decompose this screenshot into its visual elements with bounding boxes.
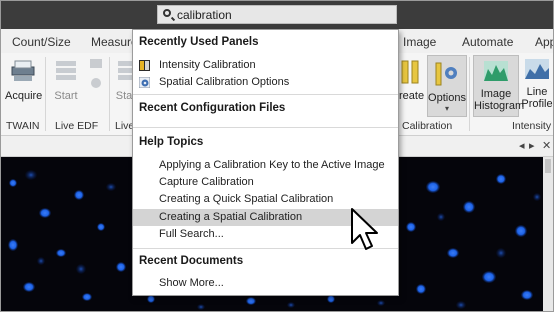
line-profile-label-1: Line [526,86,548,98]
histogram-icon [484,61,508,81]
stack-icon [56,61,76,80]
group-label-calibration: Calibration [402,120,453,132]
scanner-icon [11,60,35,81]
group-label-intensity: Intensity [512,120,552,132]
list-item[interactable]: Creating a Quick Spatial Calibration [133,191,398,208]
divider [45,57,46,131]
calibration-options-icon [435,62,457,86]
vertical-scrollbar[interactable] [543,157,553,311]
stack-icon [118,61,133,80]
panel-intensity-calibration[interactable]: Intensity Calibration [159,59,256,71]
list-item[interactable]: Spatial Calibration Options [133,74,398,91]
divider [109,57,110,131]
list-item[interactable]: Applying a Calibration Key to the Active… [133,157,398,174]
list-item[interactable]: Capture Calibration [133,174,398,191]
options-label: Options [428,92,466,104]
tab-count-size[interactable]: Count/Size [12,35,71,49]
intensity-calibration-icon [139,60,150,71]
mouse-cursor-icon [351,208,378,250]
ruler-icon [401,60,419,84]
close-icon[interactable]: ✕ [542,139,551,152]
section-header-recent-documents: Recent Documents [139,255,244,267]
search-icon [163,9,171,17]
spatial-calibration-icon [139,77,150,88]
section-header-recent-config-files: Recent Configuration Files [139,102,286,114]
edf-tools[interactable] [87,57,105,94]
acquire-button[interactable]: Acquire [5,57,43,102]
start-button-2[interactable]: Sta [115,57,133,102]
create-button[interactable]: reate [399,57,425,102]
tab-app[interactable]: App [535,35,553,49]
group-label-twain: TWAIN [6,120,40,132]
tab-automate[interactable]: Automate [462,35,513,49]
tab-image[interactable]: Image [403,35,436,49]
image-histogram-label-2: Histogram [474,100,525,112]
divider [133,127,398,128]
search-results-dropdown: Recently Used Panels Intensity Calibrati… [132,29,399,296]
acquire-label: Acquire [5,90,43,102]
image-histogram-button[interactable]: Image Histogram [473,55,525,117]
show-more-link[interactable]: Show More... [159,277,224,289]
search-box[interactable]: calibration [157,5,397,24]
start-label: Start [54,90,78,102]
list-item[interactable]: Show More... [133,275,398,292]
help-topic-quick-spatial-calibration[interactable]: Creating a Quick Spatial Calibration [159,193,333,205]
image-histogram-label-1: Image [480,88,512,100]
line-profile-button[interactable]: Line Profile [521,57,553,110]
divider [469,57,470,131]
options-button[interactable]: Options ▾ [427,55,467,117]
section-header-recent-panels: Recently Used Panels [139,36,259,48]
edf-tool-icons [90,59,102,88]
divider [133,94,398,95]
group-label-live-edf: Live EDF [55,120,99,132]
start-button[interactable]: Start [51,57,81,102]
app-window: calibration Count/Size Measure Image Aut… [0,0,554,312]
line-profile-icon [525,59,549,79]
start-label-2: Sta [115,90,133,102]
tab-measure[interactable]: Measure [91,35,138,49]
create-label: reate [399,90,425,102]
help-topic-spatial-calibration[interactable]: Creating a Spatial Calibration [159,211,302,223]
help-topic-capture-calibration[interactable]: Capture Calibration [159,176,254,188]
line-profile-label-2: Profile [521,98,553,110]
search-input[interactable]: calibration [177,8,232,22]
scroll-right-icon[interactable]: ▸ [529,139,535,152]
help-topic-applying-calibration-key[interactable]: Applying a Calibration Key to the Active… [159,159,385,171]
chevron-down-icon: ▾ [444,104,449,113]
title-bar: calibration [1,1,553,29]
scroll-left-icon[interactable]: ◂ [519,139,525,152]
list-item[interactable]: Intensity Calibration [133,57,398,74]
help-full-search[interactable]: Full Search... [159,228,224,240]
panel-spatial-calibration-options[interactable]: Spatial Calibration Options [159,76,289,88]
section-header-help-topics: Help Topics [139,136,204,148]
